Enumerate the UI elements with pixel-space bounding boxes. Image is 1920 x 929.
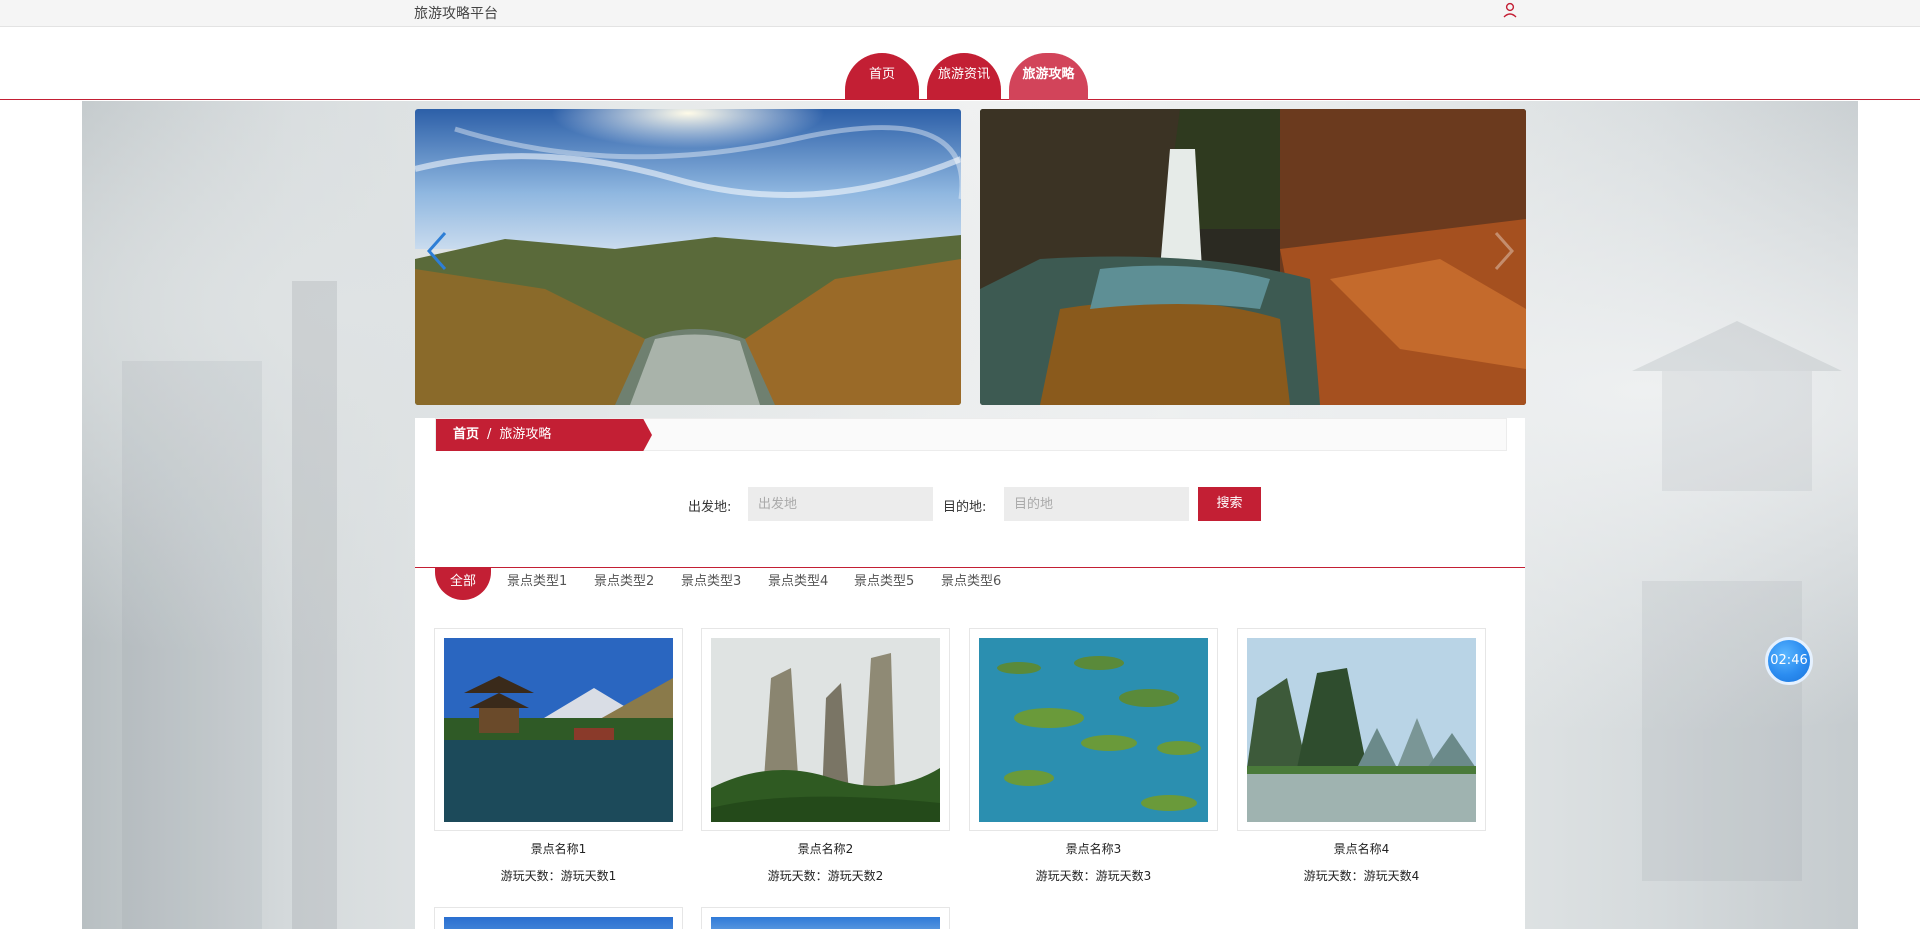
attraction-image-peaks — [711, 638, 940, 822]
pavilion-silhouette — [1632, 321, 1842, 491]
main-container: 首页 / 旅游攻略 出发地: 目的地: 搜索 全部 景点类型1 景点类型2 景点类型… — [415, 109, 1526, 929]
carousel-prev-arrow[interactable] — [425, 229, 449, 273]
attraction-card-partial[interactable] — [701, 907, 950, 929]
breadcrumb-home[interactable]: 首页 — [453, 427, 479, 442]
banner-carousel — [415, 109, 1526, 405]
attraction-image-partial — [711, 917, 940, 929]
card-image-frame — [1237, 628, 1486, 831]
attraction-days: 游玩天数：游玩天数1 — [500, 869, 617, 883]
user-icon[interactable] — [1501, 2, 1519, 22]
breadcrumb-separator: / — [487, 427, 492, 442]
attraction-card[interactable]: 景点名称2 游玩天数：游玩天数2 — [701, 628, 950, 884]
card-image-frame — [434, 628, 683, 831]
carousel-next-arrow[interactable] — [1492, 229, 1516, 273]
attraction-name: 景点名称3 — [1065, 842, 1122, 856]
attraction-image-partial — [444, 917, 673, 929]
banner-image-waterfall[interactable] — [980, 109, 1526, 405]
breadcrumb: 首页 / 旅游攻略 — [436, 419, 652, 451]
destination-label: 目的地: — [943, 500, 987, 515]
breadcrumb-current: 旅游攻略 — [499, 427, 552, 442]
category-tab-1[interactable]: 景点类型1 — [507, 568, 567, 600]
banner-image-valley[interactable] — [415, 109, 961, 405]
category-tab-5[interactable]: 景点类型5 — [854, 568, 914, 600]
nav-tabs: 首页 旅游资讯 旅游攻略 — [845, 53, 1088, 100]
breadcrumb-bar: 首页 / 旅游攻略 — [435, 418, 1507, 451]
category-tab-all[interactable]: 全部 — [435, 568, 491, 600]
attraction-card[interactable]: 景点名称4 游玩天数：游玩天数4 — [1237, 628, 1486, 884]
origin-label: 出发地: — [688, 500, 732, 515]
attraction-days: 游玩天数：游玩天数3 — [1035, 869, 1152, 883]
nav-tab-news[interactable]: 旅游资讯 — [927, 53, 1001, 100]
category-tabs: 全部 景点类型1 景点类型2 景点类型3 景点类型4 景点类型5 景点类型6 — [415, 567, 1525, 600]
attraction-image-karst — [1247, 638, 1476, 822]
main-nav: 首页 旅游资讯 旅游攻略 — [0, 27, 1920, 100]
attraction-name: 景点名称2 — [797, 842, 854, 856]
attraction-name: 景点名称1 — [530, 842, 587, 856]
search-form: 出发地: 目的地: 搜索 — [415, 486, 1525, 522]
top-bar: 旅游攻略平台 — [0, 0, 1920, 27]
attraction-name: 景点名称4 — [1333, 842, 1390, 856]
destination-input[interactable] — [1004, 487, 1189, 521]
card-image-frame — [701, 628, 950, 831]
card-image-frame — [969, 628, 1218, 831]
attraction-card[interactable]: 景点名称1 游玩天数：游玩天数1 — [434, 628, 683, 884]
attraction-days: 游玩天数：游玩天数2 — [767, 869, 884, 883]
category-tab-6[interactable]: 景点类型6 — [941, 568, 1001, 600]
nav-tab-guides[interactable]: 旅游攻略 — [1009, 53, 1088, 100]
category-tab-3[interactable]: 景点类型3 — [681, 568, 741, 600]
attraction-card-partial[interactable] — [434, 907, 683, 929]
attraction-card[interactable]: 景点名称3 游玩天数：游玩天数3 — [969, 628, 1218, 884]
category-tab-4[interactable]: 景点类型4 — [768, 568, 828, 600]
floating-timer[interactable]: 02:46 — [1765, 637, 1813, 685]
attraction-image-islands — [979, 638, 1208, 822]
nav-tab-home[interactable]: 首页 — [845, 53, 919, 100]
attraction-image-pagoda — [444, 638, 673, 822]
category-tab-2[interactable]: 景点类型2 — [594, 568, 654, 600]
site-brand: 旅游攻略平台 — [414, 6, 498, 22]
attraction-days: 游玩天数：游玩天数4 — [1303, 869, 1420, 883]
search-button[interactable]: 搜索 — [1198, 487, 1261, 521]
origin-input[interactable] — [748, 487, 933, 521]
